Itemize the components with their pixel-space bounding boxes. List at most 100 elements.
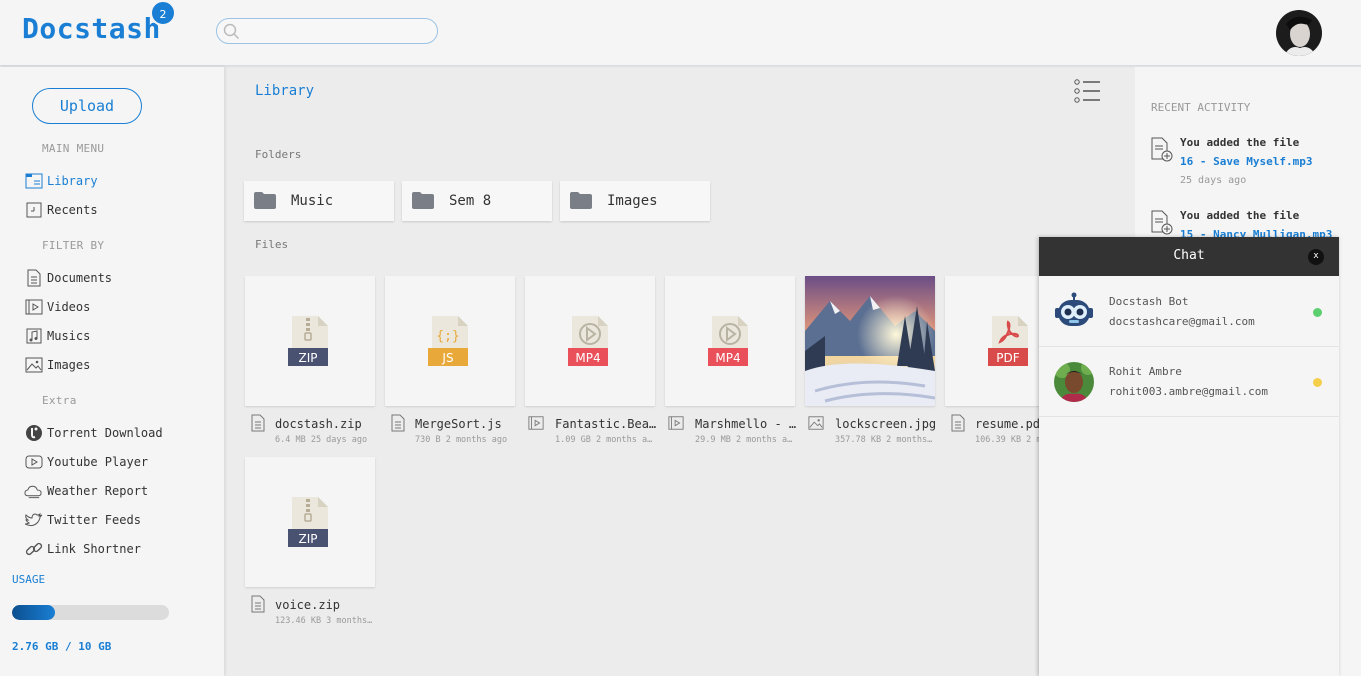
file-added-icon bbox=[1151, 210, 1173, 235]
activity-action: You added the file bbox=[1180, 136, 1300, 149]
sidebar-item-images[interactable]: Images bbox=[24, 356, 90, 374]
contact-name: Docstash Bot bbox=[1109, 295, 1189, 308]
sidebar-item-label: Musics bbox=[47, 329, 91, 343]
sidebar-item-link-shortner[interactable]: Link Shortner bbox=[24, 540, 141, 558]
sidebar-item-twitter-feeds[interactable]: Twitter Feeds bbox=[24, 511, 141, 529]
torrent-icon bbox=[24, 424, 43, 442]
sidebar-item-label: Torrent Download bbox=[47, 426, 163, 440]
contact-name: Rohit Ambre bbox=[1109, 365, 1182, 378]
file-card-mergesort-js[interactable]: {;} JS bbox=[385, 276, 515, 406]
folder-name: Sem 8 bbox=[449, 193, 492, 209]
main-menu-title: MAIN MENU bbox=[42, 142, 105, 155]
document-icon bbox=[251, 414, 265, 432]
video-icon bbox=[24, 298, 43, 316]
zip-file-icon: ZIP bbox=[288, 497, 328, 547]
folder-icon bbox=[570, 192, 592, 210]
image-icon bbox=[24, 356, 43, 374]
upload-button[interactable]: Upload bbox=[32, 88, 142, 124]
file-name[interactable]: lockscreen.jpg bbox=[835, 417, 937, 431]
svg-text:{;}: {;} bbox=[436, 329, 459, 344]
away-status-indicator bbox=[1313, 378, 1322, 387]
library-icon bbox=[24, 172, 43, 190]
sidebar-item-documents[interactable]: Documents bbox=[24, 269, 112, 287]
top-bar: Docstash 2 bbox=[0, 0, 1361, 66]
folders-label: Folders bbox=[255, 148, 302, 161]
youtube-icon bbox=[24, 453, 43, 471]
js-file-icon: {;} JS bbox=[428, 316, 468, 366]
file-meta: 357.78 KB 2 months ago bbox=[835, 435, 937, 445]
file-name[interactable]: MergeSort.js bbox=[415, 417, 517, 431]
file-name[interactable]: Fantastic.Beasts.and.Where.to.Find.Them.… bbox=[555, 417, 657, 431]
sidebar-item-weather-report[interactable]: Weather Report bbox=[24, 482, 148, 500]
sidebar-item-youtube-player[interactable]: Youtube Player bbox=[24, 453, 148, 471]
usage-progress-bar bbox=[12, 605, 169, 620]
sidebar: Upload MAIN MENU Library Recents FILTER … bbox=[0, 67, 224, 676]
file-meta: 29.9 MB 2 months ago bbox=[695, 435, 797, 445]
file-meta: 1.09 GB 2 months ago bbox=[555, 435, 657, 445]
chat-contact[interactable]: Rohit Ambre rohit003.ambre@gmail.com bbox=[1039, 347, 1339, 417]
notification-badge[interactable]: 2 bbox=[150, 0, 176, 26]
document-icon bbox=[251, 595, 265, 613]
sidebar-item-torrent-download[interactable]: Torrent Download bbox=[24, 424, 163, 442]
recents-icon bbox=[24, 201, 43, 219]
folder-sem-8[interactable]: Sem 8 bbox=[402, 181, 552, 221]
contact-email: docstashcare@gmail.com bbox=[1109, 315, 1255, 328]
sidebar-item-label: Images bbox=[47, 358, 91, 372]
file-name[interactable]: docstash.zip bbox=[275, 417, 377, 431]
folder-name: Music bbox=[291, 193, 334, 209]
sidebar-item-label: Link Shortner bbox=[47, 542, 141, 556]
music-icon bbox=[24, 327, 43, 345]
sidebar-item-label: Weather Report bbox=[47, 484, 149, 498]
sidebar-item-videos[interactable]: Videos bbox=[24, 298, 90, 316]
filter-by-title: FILTER BY bbox=[42, 239, 105, 252]
folder-icon bbox=[412, 192, 434, 210]
file-card-docstash-zip[interactable]: ZIP bbox=[245, 276, 375, 406]
user-avatar[interactable] bbox=[1276, 10, 1322, 56]
search-icon bbox=[223, 23, 240, 40]
image-icon bbox=[808, 416, 824, 430]
folder-icon bbox=[254, 192, 276, 210]
usage-progress-fill bbox=[12, 605, 56, 620]
sidebar-item-label: Recents bbox=[47, 203, 98, 217]
file-meta: 730 B 2 months ago bbox=[415, 435, 508, 445]
recent-activity-title: RECENT ACTIVITY bbox=[1151, 101, 1251, 114]
files-label: Files bbox=[255, 238, 289, 251]
folder-images[interactable]: Images bbox=[560, 181, 710, 221]
sidebar-item-musics[interactable]: Musics bbox=[24, 327, 90, 345]
chat-close-button[interactable]: x bbox=[1308, 249, 1324, 265]
chat-panel: Chat x Docstash Bot docstashcare@gmail.c… bbox=[1039, 237, 1339, 676]
list-view-icon[interactable] bbox=[1073, 78, 1101, 104]
weather-icon bbox=[24, 482, 43, 500]
activity-time: 25 days ago bbox=[1180, 175, 1247, 186]
file-added-icon bbox=[1151, 137, 1173, 162]
video-icon bbox=[668, 416, 684, 430]
folder-name: Images bbox=[607, 193, 658, 209]
file-card-voice-zip[interactable]: ZIP bbox=[245, 457, 375, 587]
sidebar-item-recents[interactable]: Recents bbox=[24, 201, 98, 219]
image-thumbnail bbox=[805, 276, 935, 406]
folder-music[interactable]: Music bbox=[244, 181, 394, 221]
file-badge-label: MP4 bbox=[575, 351, 600, 365]
sidebar-item-label: Twitter Feeds bbox=[47, 513, 141, 527]
file-meta: 6.4 MB 25 days ago bbox=[275, 435, 368, 445]
sidebar-item-label: Library bbox=[47, 174, 98, 188]
chat-title: Chat bbox=[1039, 237, 1339, 276]
page-title: Library bbox=[255, 83, 315, 99]
zip-file-icon: ZIP bbox=[288, 316, 328, 366]
file-card-marshmello-mp4[interactable]: MP4 bbox=[665, 276, 795, 406]
activity-file-link[interactable]: 16 - Save Myself.mp3 bbox=[1180, 155, 1312, 168]
file-name[interactable]: voice.zip bbox=[275, 598, 377, 612]
app-logo[interactable]: Docstash bbox=[22, 12, 161, 45]
usage-text: 2.76 GB / 10 GB bbox=[12, 640, 112, 653]
video-icon bbox=[528, 416, 544, 430]
file-card-fantastic-beasts-mp4[interactable]: MP4 bbox=[525, 276, 655, 406]
file-name[interactable]: Marshmello - Alone.mp4 bbox=[695, 417, 797, 431]
extra-title: Extra bbox=[42, 394, 77, 407]
document-icon bbox=[24, 269, 43, 287]
sidebar-item-library[interactable]: Library bbox=[24, 172, 98, 190]
link-icon bbox=[24, 540, 43, 558]
search-input[interactable] bbox=[216, 18, 438, 44]
chat-contact[interactable]: Docstash Bot docstashcare@gmail.com bbox=[1039, 277, 1339, 347]
file-card-lockscreen-jpg[interactable] bbox=[805, 276, 935, 406]
file-badge-label: PDF bbox=[996, 351, 1019, 365]
